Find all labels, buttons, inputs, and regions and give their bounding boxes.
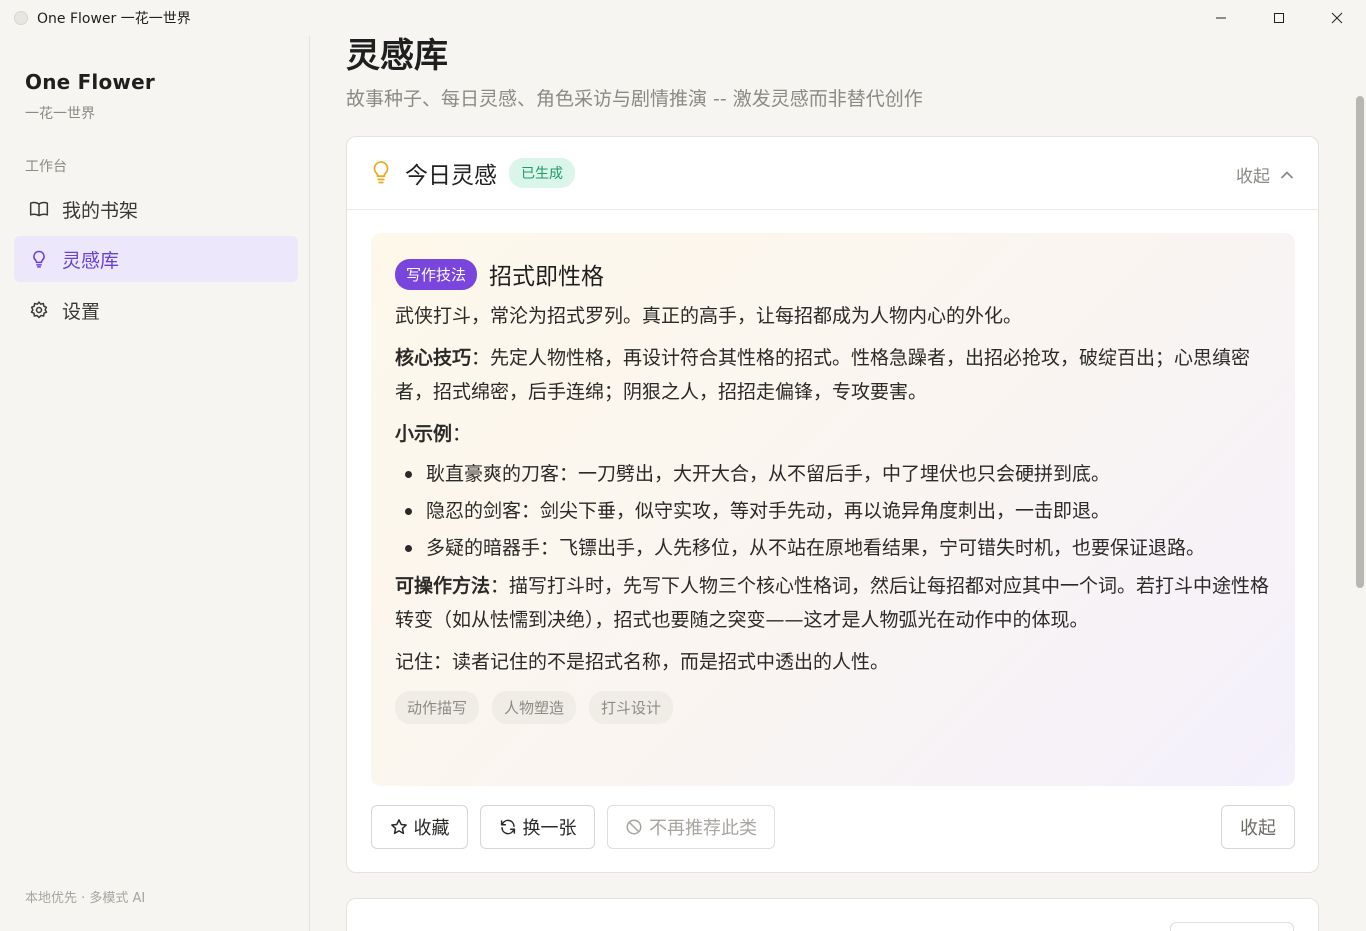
inspiration-title: 招式即性格 <box>489 264 605 290</box>
maximize-icon <box>1274 13 1284 23</box>
sidebar-item-settings[interactable]: 设置 <box>14 287 298 333</box>
title-bar: One Flower 一花一世界 <box>0 0 1366 36</box>
next-card-action-button[interactable] <box>1170 922 1294 931</box>
page-title: 灵感库 <box>346 36 448 76</box>
list-item: 多疑的暗器手：飞镖出手，人先移位，从不站在原地看结果，宁可错失时机，也要保证退路… <box>395 531 1271 565</box>
favorite-label: 收藏 <box>413 818 450 839</box>
minimize-button[interactable] <box>1192 0 1250 36</box>
book-icon <box>28 198 50 220</box>
category-tag: 写作技法 <box>395 258 478 290</box>
tag-chip: 打斗设计 <box>589 691 674 724</box>
method-text: ：描写打斗时，先写下人物三个核心性格词，然后让每招都对应其中一个词。若打斗中途性… <box>395 575 1270 631</box>
close-icon <box>1331 12 1343 24</box>
daily-inspiration-card: 今日灵感 已生成 收起 写作技法 招式即性格 武侠打斗，常沦为招式罗列。真正的高… <box>346 136 1319 873</box>
star-icon <box>390 819 407 835</box>
core-technique: 核心技巧：先定人物性格，再设计符合其性格的招式。性格急躁者，出招必抢攻，破绽百出… <box>395 341 1271 409</box>
core-label: 核心技巧 <box>395 347 472 369</box>
list-item: 隐忍的剑客：剑尖下垂，似守实攻，等对手先动，再以诡异角度刺出，一击即退。 <box>395 494 1271 528</box>
ban-icon <box>626 819 642 835</box>
favorite-button[interactable]: 收藏 <box>371 805 468 849</box>
sidebar-footer: 本地优先 · 多模式 AI <box>25 891 146 906</box>
brand-name: One Flower <box>25 70 155 94</box>
app-logo-icon <box>14 11 28 25</box>
example-colon: ： <box>452 423 472 445</box>
window-title: One Flower 一花一世界 <box>37 11 191 27</box>
minimize-icon <box>1216 17 1226 19</box>
sidebar: One Flower 一花一世界 工作台 我的书架 灵感库 设置 本地优先 · … <box>0 36 310 931</box>
next-card <box>346 898 1319 931</box>
collapse-label: 收起 <box>1236 167 1270 187</box>
lightbulb-icon <box>28 248 50 270</box>
sidebar-item-inspiration[interactable]: 灵感库 <box>14 236 298 282</box>
next-card-label: 换一张 <box>522 818 577 839</box>
sidebar-item-bookshelf[interactable]: 我的书架 <box>14 186 298 232</box>
example-heading: 小示例： <box>395 417 1271 451</box>
operational-method: 可操作方法：描写打斗时，先写下人物三个核心性格词，然后让每招都对应其中一个词。若… <box>395 569 1271 637</box>
sidebar-item-label: 灵感库 <box>62 249 120 272</box>
core-text: ：先定人物性格，再设计符合其性格的招式。性格急躁者，出招必抢攻，破绽百出；心思缜… <box>395 347 1251 403</box>
collapse-button-label: 收起 <box>1240 818 1276 839</box>
card-header: 今日灵感 已生成 收起 <box>347 137 1318 210</box>
chevron-up-icon <box>1281 171 1293 178</box>
tag-chip: 动作描写 <box>395 691 480 724</box>
scrollbar[interactable] <box>1356 96 1364 588</box>
remember-note: 记住：读者记住的不是招式名称，而是招式中透出的人性。 <box>395 651 890 673</box>
sidebar-item-label: 设置 <box>62 300 101 323</box>
card-title: 今日灵感 <box>405 163 497 189</box>
inspiration-content: 写作技法 招式即性格 武侠打斗，常沦为招式罗列。真正的高手，让每招都成为人物内心… <box>371 233 1295 786</box>
close-button[interactable] <box>1308 0 1366 36</box>
sidebar-item-label: 我的书架 <box>62 199 139 222</box>
inspiration-header: 写作技法 招式即性格 <box>395 257 1271 291</box>
inspiration-intro: 武侠打斗，常沦为招式罗列。真正的高手，让每招都成为人物内心的外化。 <box>395 305 1023 327</box>
sidebar-section-label: 工作台 <box>25 159 67 175</box>
maximize-button[interactable] <box>1250 0 1308 36</box>
card-actions: 收藏 换一张 不再推荐此类 收起 <box>371 805 1295 849</box>
collapse-toggle[interactable]: 收起 <box>1236 162 1294 187</box>
collapse-button[interactable]: 收起 <box>1221 805 1295 849</box>
main-content: 灵感库 故事种子、每日灵感、角色采访与剧情推演 -- 激发灵感而非替代创作 今日… <box>311 36 1366 931</box>
brand-subtitle: 一花一世界 <box>25 106 95 122</box>
no-more-label: 不再推荐此类 <box>649 818 757 839</box>
examples-list: 耿直豪爽的刀客：一刀劈出，大开大合，从不留后手，中了埋伏也只会硬拼到底。 隐忍的… <box>395 457 1271 565</box>
gear-icon <box>28 299 50 321</box>
window-controls <box>1192 0 1366 36</box>
method-label: 可操作方法 <box>395 575 491 597</box>
refresh-icon <box>500 819 515 835</box>
page-subtitle: 故事种子、每日灵感、角色采访与剧情推演 -- 激发灵感而非替代创作 <box>346 88 923 110</box>
tag-chip: 人物塑造 <box>492 691 577 724</box>
example-label: 小示例 <box>395 423 453 445</box>
list-item: 耿直豪爽的刀客：一刀劈出，大开大合，从不留后手，中了埋伏也只会硬拼到底。 <box>395 457 1271 491</box>
next-card-button[interactable]: 换一张 <box>480 805 595 849</box>
no-more-button[interactable]: 不再推荐此类 <box>607 805 775 849</box>
lightbulb-icon <box>371 160 393 186</box>
status-badge: 已生成 <box>509 158 575 188</box>
tag-list: 动作描写 人物塑造 打斗设计 <box>395 691 1271 724</box>
